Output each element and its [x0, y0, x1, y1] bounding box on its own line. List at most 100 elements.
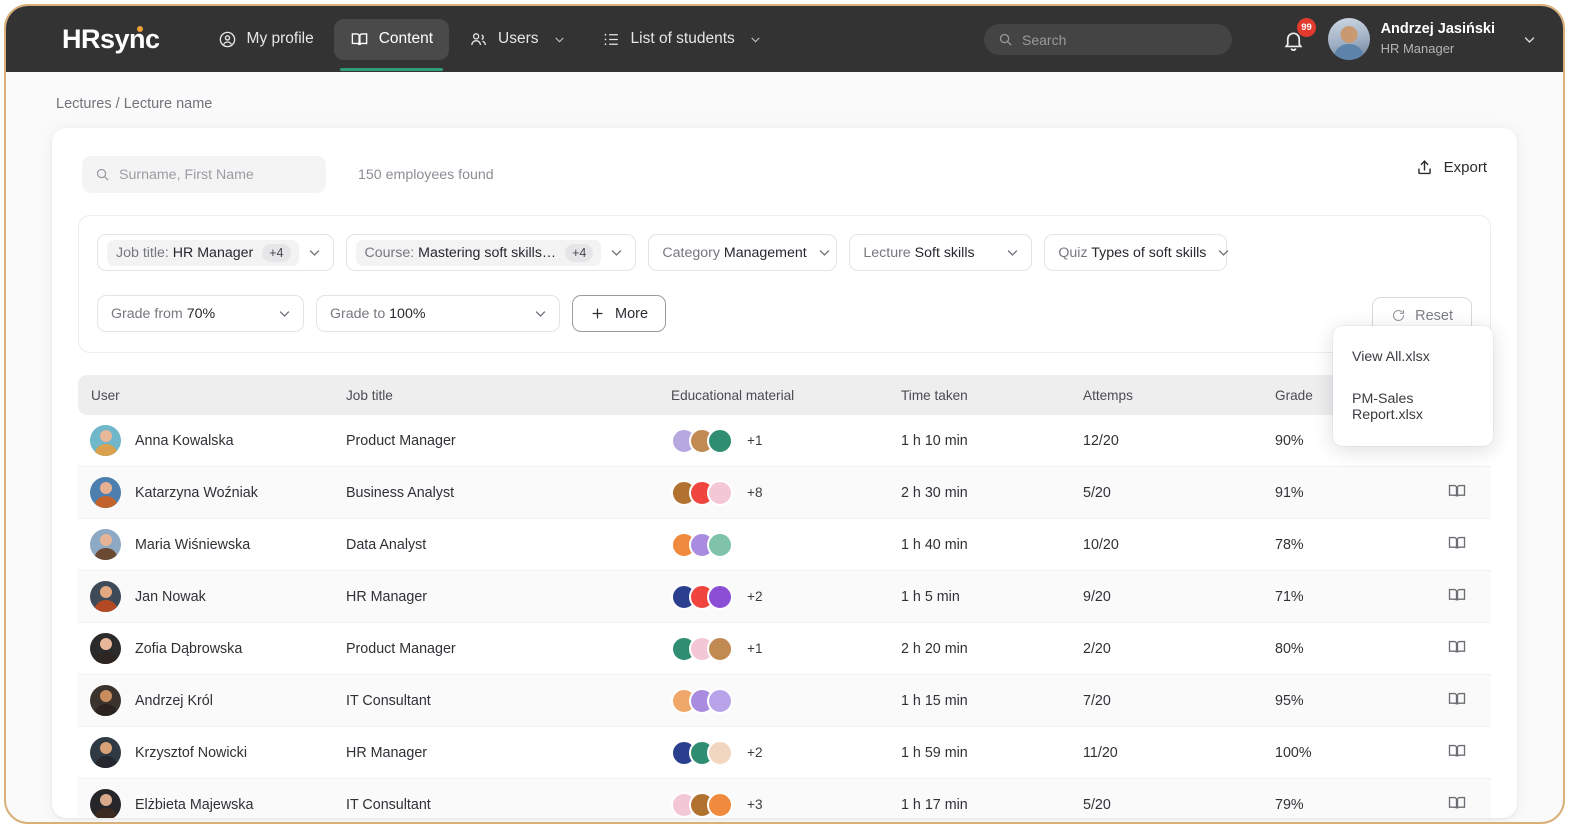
filter-job-title[interactable]: Job title: HR Manager +4 — [97, 234, 334, 271]
app-logo[interactable]: HRsync — [62, 24, 160, 55]
material-overflow-count: +1 — [747, 433, 763, 448]
open-book-icon[interactable] — [1447, 637, 1467, 661]
cell-attemps: 10/20 — [1083, 536, 1119, 553]
nav-item-content-label: Content — [378, 30, 434, 47]
column-header-time-taken[interactable]: Time taken — [901, 388, 1083, 403]
nav-item-users[interactable]: Users — [453, 19, 581, 60]
cell-user: Krzysztof Nowicki — [78, 737, 346, 768]
filter-course[interactable]: Course: Mastering soft skills… +4 — [345, 234, 637, 271]
user-circle-icon — [218, 30, 237, 49]
open-book-icon[interactable] — [1447, 585, 1467, 609]
avatar — [90, 685, 121, 716]
column-header-user[interactable]: User — [78, 388, 346, 403]
cell-time-taken: 1 h 10 min — [901, 432, 968, 449]
material-thumbnail-stack[interactable] — [671, 635, 733, 662]
results-count: 150 employees found — [358, 166, 494, 183]
avatar — [90, 633, 121, 664]
user-profile-menu[interactable]: Andrzej Jasiński HR Manager — [1327, 18, 1537, 60]
export-menu-item-view-all[interactable]: View All.xlsx — [1333, 336, 1493, 378]
filter-quiz[interactable]: Quiz Types of soft skills — [1044, 234, 1229, 271]
cell-educational-material: +8 — [671, 479, 901, 506]
avatar — [90, 737, 121, 768]
cell-user-name: Zofia Dąbrowska — [135, 640, 243, 657]
breadcrumb[interactable]: Lectures / Lecture name — [52, 72, 1517, 128]
employee-search[interactable] — [82, 156, 326, 193]
cell-job-title: Product Manager — [346, 432, 456, 449]
filter-job-title-label: Job title: — [116, 244, 169, 261]
filter-grade-to[interactable]: Grade to 100% — [316, 295, 560, 332]
filter-category[interactable]: Category Management — [648, 234, 838, 271]
employee-search-input[interactable] — [119, 166, 313, 183]
chevron-down-icon — [553, 33, 566, 46]
cell-user-name: Jan Nowak — [135, 588, 206, 605]
more-filters-button[interactable]: More — [572, 295, 667, 332]
table-row[interactable]: Andrzej Król IT Consultant 1 h 15 min 7/… — [78, 675, 1491, 727]
cell-grade: 78% — [1275, 536, 1304, 553]
material-thumbnail-stack[interactable] — [671, 687, 733, 714]
open-book-icon[interactable] — [1447, 481, 1467, 505]
cell-user-name: Maria Wiśniewska — [135, 536, 251, 553]
cell-job-title: IT Consultant — [346, 692, 431, 709]
cell-user-name: Krzysztof Nowicki — [135, 744, 248, 761]
table-row[interactable]: Zofia Dąbrowska Product Manager +1 2 h 2… — [78, 623, 1491, 675]
column-header-job-title[interactable]: Job title — [346, 388, 671, 403]
open-book-icon[interactable] — [1447, 793, 1467, 817]
export-button[interactable]: Export — [1415, 158, 1487, 177]
filter-lecture-label: Lecture — [863, 244, 911, 261]
open-book-icon[interactable] — [1447, 533, 1467, 557]
nav-item-my-profile[interactable]: My profile — [202, 19, 330, 60]
chevron-down-icon — [817, 245, 832, 260]
table-row[interactable]: Elżbieta Majewska IT Consultant +3 1 h 1… — [78, 779, 1491, 818]
material-thumbnail-stack[interactable] — [671, 427, 733, 454]
cell-actions — [1445, 689, 1491, 713]
profile-user-name: Andrzej Jasiński — [1380, 21, 1495, 38]
open-book-icon[interactable] — [1447, 689, 1467, 713]
profile-user-role: HR Manager — [1380, 41, 1455, 56]
export-menu-item-pm-sales-report[interactable]: PM-Sales Report.xlsx — [1333, 378, 1493, 436]
table-row[interactable]: Jan Nowak HR Manager +2 1 h 5 min 9/20 7… — [78, 571, 1491, 623]
card-toolbar: 150 employees found Export — [52, 128, 1517, 193]
material-thumbnail-stack[interactable] — [671, 479, 733, 506]
material-thumbnail — [707, 583, 733, 610]
cell-time-taken: 1 h 17 min — [901, 796, 968, 813]
global-search-input[interactable] — [1022, 31, 1218, 48]
material-thumbnail-stack[interactable] — [671, 583, 733, 610]
notifications-button[interactable]: 99 — [1278, 18, 1316, 56]
filter-grade-from-label: Grade from — [111, 305, 183, 322]
cell-attemps: 12/20 — [1083, 432, 1119, 449]
export-button-label: Export — [1443, 159, 1487, 176]
plus-icon — [590, 306, 605, 321]
column-header-educational-material[interactable]: Educational material — [671, 388, 901, 403]
material-thumbnail — [707, 687, 733, 714]
avatar — [90, 581, 121, 612]
cell-educational-material: +1 — [671, 635, 901, 662]
cell-job-title: Product Manager — [346, 640, 456, 657]
chevron-down-icon — [307, 245, 322, 260]
nav-item-list-of-students[interactable]: List of students — [586, 19, 778, 60]
material-thumbnail-stack[interactable] — [671, 739, 733, 766]
open-book-icon[interactable] — [1447, 741, 1467, 765]
app-window: HRsync My profile Content Users List of … — [4, 4, 1565, 824]
filter-category-label: Category — [662, 244, 720, 261]
material-thumbnail-stack[interactable] — [671, 791, 733, 818]
chevron-down-icon — [533, 306, 548, 321]
filter-panel: Job title: HR Manager +4 Course: Masteri… — [78, 215, 1491, 353]
cell-educational-material — [671, 531, 901, 558]
cell-time-taken: 1 h 59 min — [901, 744, 968, 761]
reset-icon — [1391, 308, 1406, 323]
table-row[interactable]: Krzysztof Nowicki HR Manager +2 1 h 59 m… — [78, 727, 1491, 779]
table-row[interactable]: Maria Wiśniewska Data Analyst 1 h 40 min… — [78, 519, 1491, 571]
cell-actions — [1445, 741, 1491, 765]
material-overflow-count: +2 — [747, 589, 763, 604]
cell-educational-material — [671, 687, 901, 714]
cell-job-title: IT Consultant — [346, 796, 431, 813]
table-row[interactable]: Katarzyna Woźniak Business Analyst +8 2 … — [78, 467, 1491, 519]
nav-item-content[interactable]: Content — [333, 18, 450, 71]
table-row[interactable]: Anna Kowalska Product Manager +1 1 h 10 … — [78, 415, 1491, 467]
global-search[interactable] — [984, 24, 1232, 55]
results-table: User Job title Educational material Time… — [78, 375, 1491, 818]
material-thumbnail-stack[interactable] — [671, 531, 733, 558]
filter-lecture[interactable]: Lecture Soft skills — [849, 234, 1033, 271]
filter-grade-from[interactable]: Grade from 70% — [97, 295, 304, 332]
column-header-attemps[interactable]: Attemps — [1083, 388, 1275, 403]
